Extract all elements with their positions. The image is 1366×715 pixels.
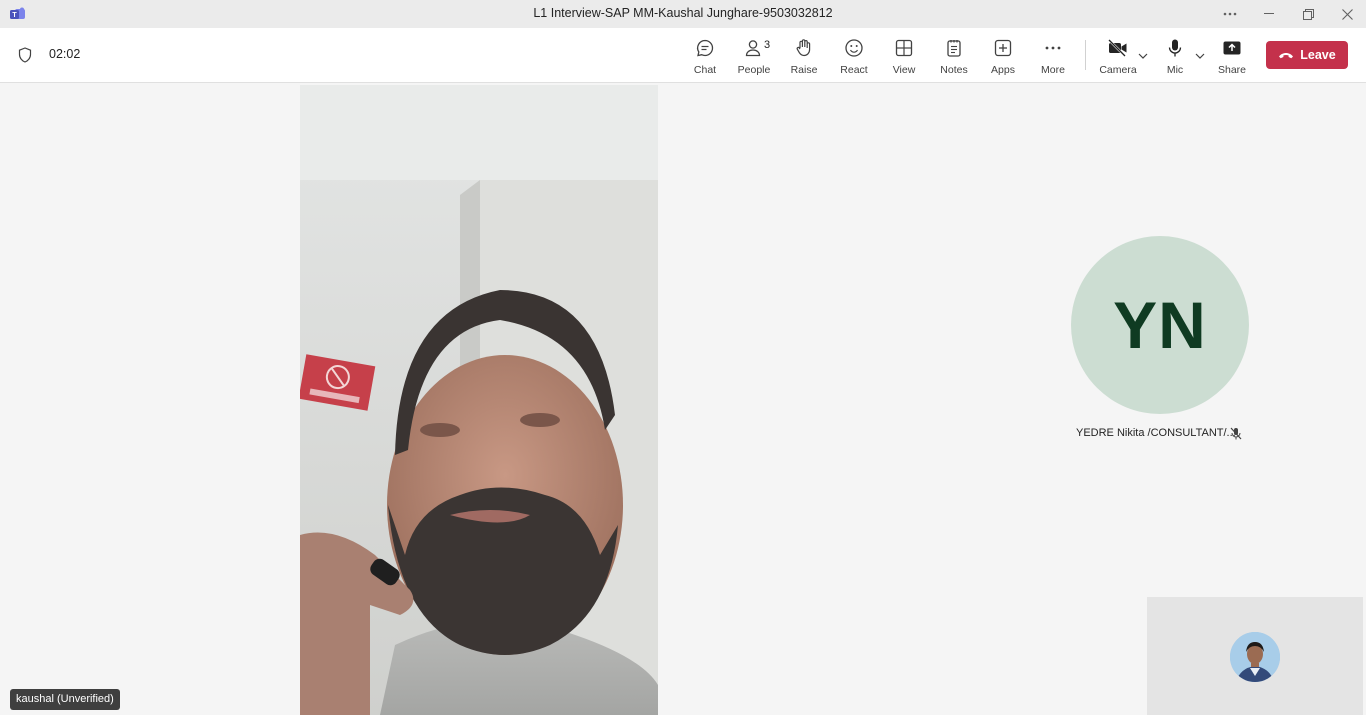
view-grid-icon xyxy=(895,39,913,57)
react-button[interactable]: React xyxy=(830,36,878,78)
avatar-initials: YN xyxy=(1113,288,1207,362)
camera-button[interactable]: Camera xyxy=(1094,36,1142,78)
more-options-icon[interactable] xyxy=(1218,4,1242,24)
leave-label: Leave xyxy=(1300,48,1336,62)
window-title: L1 Interview-SAP MM-Kaushal Junghare-950… xyxy=(533,6,833,20)
more-horizontal-icon xyxy=(1045,46,1061,50)
raise-label: Raise xyxy=(790,64,818,76)
notes-icon xyxy=(947,40,961,57)
more-label: More xyxy=(1041,64,1065,76)
restore-icon[interactable] xyxy=(1296,4,1320,24)
toolbar-divider xyxy=(1085,40,1086,70)
self-avatar xyxy=(1230,632,1280,682)
mic-button[interactable]: Mic xyxy=(1151,36,1199,78)
people-button[interactable]: 3 People xyxy=(730,36,778,78)
view-button[interactable]: View xyxy=(880,36,928,78)
leave-button[interactable]: Leave xyxy=(1266,41,1348,69)
react-smiley-icon xyxy=(845,39,863,57)
self-avatar-photo xyxy=(1230,632,1280,682)
shield-icon[interactable] xyxy=(18,47,32,63)
people-label: People xyxy=(737,64,771,76)
hang-up-phone-icon xyxy=(1279,53,1294,59)
view-label: View xyxy=(892,64,916,76)
title-bar: T L1 Interview-SAP MM-Kaushal Junghare-9… xyxy=(0,0,1366,28)
participant-name-tag: kaushal (Unverified) xyxy=(10,689,120,710)
meeting-timer: 02:02 xyxy=(49,47,81,61)
video-frame-image xyxy=(300,85,658,715)
chat-button[interactable]: Chat xyxy=(681,36,729,78)
camera-off-icon xyxy=(1108,39,1127,57)
microphone-icon xyxy=(1168,39,1182,57)
people-count: 3 xyxy=(764,39,771,51)
apps-button[interactable]: Apps xyxy=(979,36,1027,78)
apps-add-icon xyxy=(994,39,1012,57)
minimize-icon[interactable] xyxy=(1257,4,1281,24)
avatar-participant-name: YEDRE Nikita /CONSULTANT/... xyxy=(1076,427,1236,439)
camera-options-chevron-down-icon[interactable] xyxy=(1137,50,1149,62)
raise-hand-icon xyxy=(796,39,811,57)
camera-label: Camera xyxy=(1099,64,1137,76)
chat-label: Chat xyxy=(693,64,717,76)
notes-label: Notes xyxy=(940,64,968,76)
share-label: Share xyxy=(1217,64,1247,76)
participant-video-feed[interactable] xyxy=(300,85,658,715)
mic-label: Mic xyxy=(1166,64,1184,76)
apps-label: Apps xyxy=(991,64,1015,76)
mic-off-icon xyxy=(1230,427,1242,440)
share-button[interactable]: Share xyxy=(1208,36,1256,78)
raise-hand-button[interactable]: Raise xyxy=(780,36,828,78)
self-view-tile[interactable] xyxy=(1147,597,1363,715)
more-button[interactable]: More xyxy=(1029,36,1077,78)
people-icon xyxy=(745,40,761,57)
meeting-toolbar: 02:02 Chat 3 People Raise React View Not… xyxy=(0,28,1366,83)
notes-button[interactable]: Notes xyxy=(930,36,978,78)
react-label: React xyxy=(840,64,868,76)
chat-icon xyxy=(697,39,714,57)
mic-options-chevron-down-icon[interactable] xyxy=(1194,50,1206,62)
share-screen-icon xyxy=(1223,41,1241,55)
close-icon[interactable] xyxy=(1335,4,1359,24)
participant-avatar[interactable]: YN xyxy=(1071,236,1249,414)
